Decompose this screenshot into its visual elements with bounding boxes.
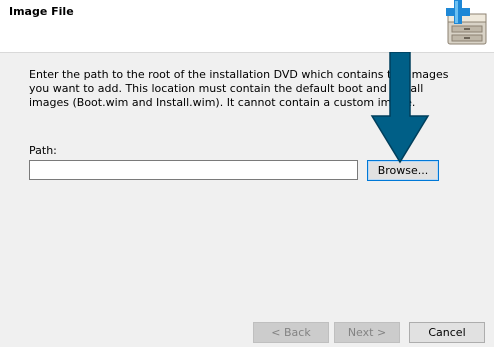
path-input[interactable] bbox=[29, 160, 358, 180]
path-label: Path: bbox=[29, 144, 57, 157]
cancel-button[interactable]: Cancel bbox=[409, 322, 485, 343]
wizard-header: Image File bbox=[0, 0, 494, 53]
page-title: Image File bbox=[9, 5, 74, 18]
down-arrow-icon bbox=[370, 52, 430, 164]
next-button: Next > bbox=[334, 322, 400, 343]
add-image-icon bbox=[446, 0, 487, 45]
back-button: < Back bbox=[253, 322, 329, 343]
